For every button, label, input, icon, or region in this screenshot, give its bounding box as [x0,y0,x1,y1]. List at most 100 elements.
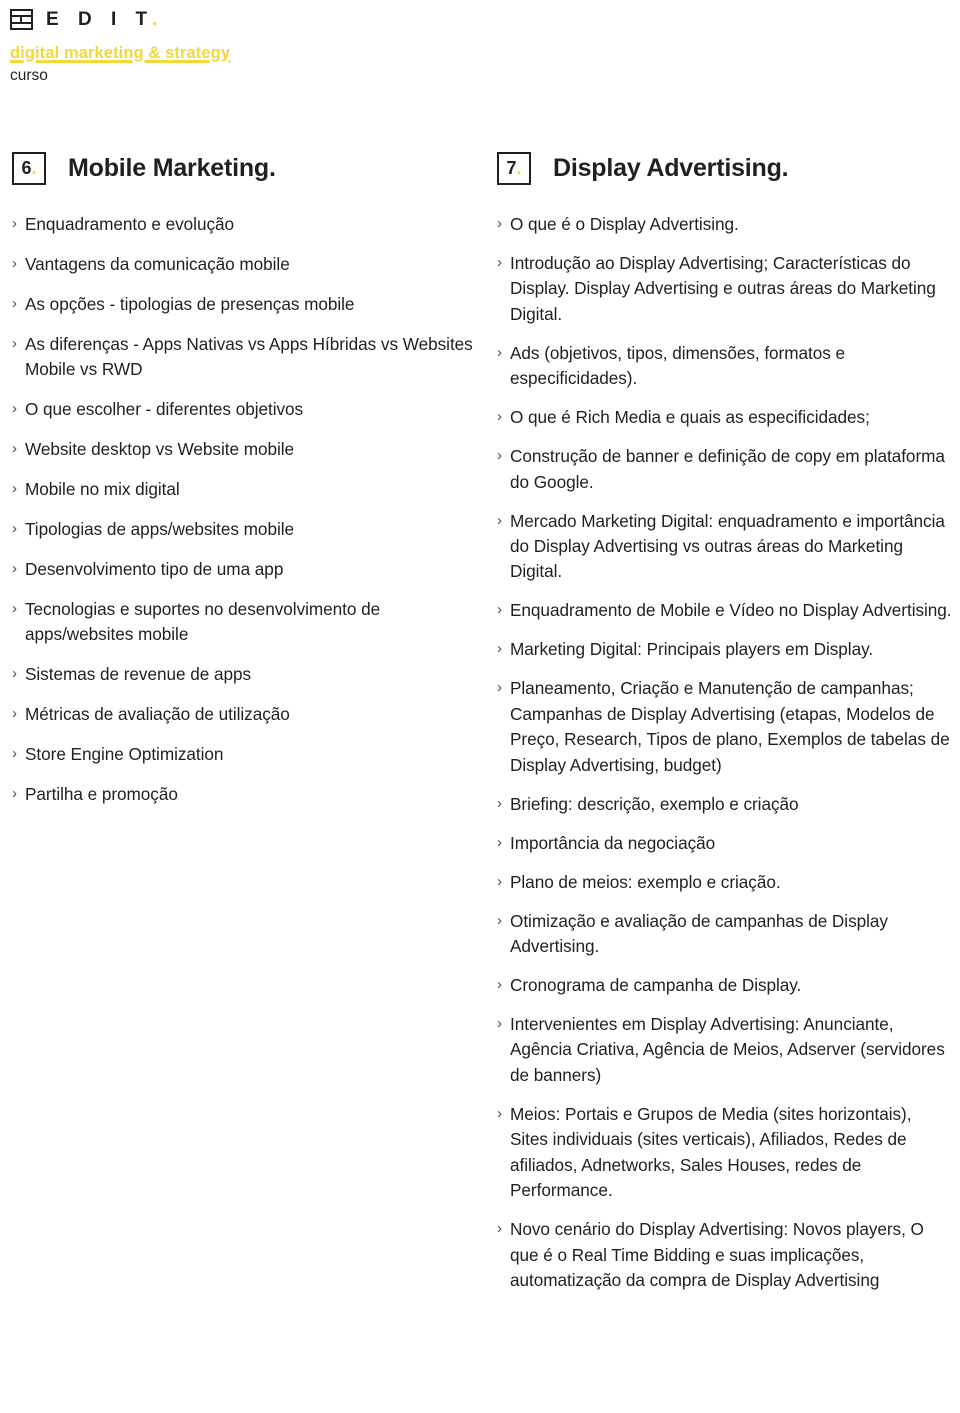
list-item: › Tecnologias e suportes no desenvolvimen… [12,597,474,648]
section-title-7: Display Advertising. [553,153,789,182]
chevron-right-icon: › [497,975,502,993]
sections-columns: 6. Mobile Marketing. › Enquadramento e ev… [0,150,960,1307]
list-item: › Ads (objetivos, tipos, dimensões, forma… [497,341,952,392]
chevron-right-icon: › [12,294,17,312]
list-item-label: As diferenças - Apps Nativas vs Apps Híb… [25,333,473,380]
chevron-right-icon: › [497,253,502,271]
logo-word-text: E D I T [46,8,153,30]
list-item: › Sistemas de revenue de apps [12,662,474,687]
list-item: › Métricas de avaliação de utilização [12,702,474,727]
list-item-label: Intervenientes em Display Advertising: A… [510,1013,945,1085]
list-item: › Otimização e avaliação de campanhas de … [497,909,952,960]
section-number-6: 6 [21,158,32,178]
list-item: › O que é Rich Media e quais as especific… [497,405,952,430]
list-item-label: Métricas de avaliação de utilização [25,704,290,725]
list-item-label: Store Engine Optimization [25,744,224,765]
chevron-right-icon: › [497,640,502,658]
list-item-label: Planeamento, Criação e Manutenção de cam… [510,678,950,775]
chevron-right-icon: › [497,872,502,890]
list-item: › Enquadramento e evolução [12,212,474,237]
list-item-label: O que é o Display Advertising. [510,214,739,234]
chevron-right-icon: › [497,679,502,697]
section-number-dot-7: . [516,158,522,178]
list-item-label: Otimização e avaliação de campanhas de D… [510,910,888,956]
list-item: › Novo cenário do Display Advertising: No… [497,1217,952,1293]
list-item-label: Meios: Portais e Grupos de Media (sites … [510,1103,912,1201]
list-item-label: Mercado Marketing Digital: enquadramento… [510,510,945,582]
list-item-label: Mobile no mix digital [25,479,180,500]
topic-list-6: › Enquadramento e evolução › Vantagens da … [12,212,474,808]
logo-wordmark: E D I T. [46,10,164,29]
chevron-right-icon: › [12,705,17,723]
chevron-right-icon: › [497,408,502,426]
list-item: › Plano de meios: exemplo e criação. [497,870,952,895]
list-item: › Vantagens da comunicação mobile [12,252,474,277]
list-item: › As diferenças - Apps Nativas vs Apps Hí… [12,332,474,383]
chevron-right-icon: › [12,334,17,352]
list-item-label: O que é Rich Media e quais as especifici… [510,407,870,428]
list-item-label: Briefing: descrição, exemplo e criação [510,793,799,814]
chevron-right-icon: › [497,833,502,851]
chevron-right-icon: › [497,215,502,232]
list-item: › Tipologias de apps/websites mobile [12,517,474,542]
logo-row: E D I T. [10,6,510,32]
list-item: › Briefing: descrição, exemplo e criação [497,792,952,817]
list-item-label: Marketing Digital: Principais players em… [510,639,874,660]
chevron-right-icon: › [12,600,17,618]
list-item: › Marketing Digital: Principais players e… [497,637,952,662]
list-item-label: As opções - tipologias de presenças mobi… [25,293,355,314]
chevron-right-icon: › [12,400,17,418]
list-item: › Website desktop vs Website mobile [12,437,474,462]
list-item-label: Website desktop vs Website mobile [25,439,295,460]
chevron-right-icon: › [497,911,502,929]
list-item: › Desenvolvimento tipo de uma app [12,557,474,582]
list-item-label: Construção de banner e definição de copy… [510,446,945,492]
chevron-right-icon: › [12,215,17,232]
list-item: › As opções - tipologias de presenças mob… [12,292,474,317]
list-item-label: Enquadramento de Mobile e Vídeo no Displ… [510,600,952,621]
list-item-label: Tecnologias e suportes no desenvolviment… [25,599,381,645]
course-kind-label: curso [10,66,48,84]
chevron-right-icon: › [497,601,502,619]
section-heading-7: 7. Display Advertising. [497,150,952,186]
edit-logo-icon [10,8,33,30]
section-number-7: 7 [506,158,517,178]
section-number-dot-6: . [31,158,37,178]
section-title-6: Mobile Marketing. [68,153,276,182]
list-item: › Mobile no mix digital [12,477,474,502]
list-item-label: Enquadramento e evolução [25,214,235,234]
chevron-right-icon: › [12,440,17,458]
list-item: › Importância da negociação [497,831,952,856]
list-item: › Enquadramento de Mobile e Vídeo no Disp… [497,598,952,623]
list-item-label: O que escolher - diferentes objetivos [25,399,304,420]
chevron-right-icon: › [497,343,502,361]
chevron-right-icon: › [12,745,17,763]
list-item-label: Desenvolvimento tipo de uma app [25,559,284,580]
chevron-right-icon: › [12,480,17,498]
list-item: › Construção de banner e definição de cop… [497,444,952,495]
logo-dot: . [152,8,165,30]
chevron-right-icon: › [12,560,17,578]
chevron-right-icon: › [497,1220,502,1238]
list-item-label: Tipologias de apps/websites mobile [25,519,294,540]
list-item: › O que é o Display Advertising. [497,212,952,237]
list-item-label: Ads (objetivos, tipos, dimensões, format… [510,342,846,389]
chevron-right-icon: › [12,785,17,803]
list-item-label: Vantagens da comunicação mobile [25,253,290,274]
list-item-label: Introdução ao Display Advertising; Carac… [510,252,936,324]
list-item: › Introdução ao Display Advertising; Cara… [497,251,952,327]
list-item-label: Importância da negociação [510,832,716,853]
list-item: › Meios: Portais e Grupos de Media (sites… [497,1102,952,1204]
list-item: › Mercado Marketing Digital: enquadrament… [497,509,952,585]
course-title: digital marketing & strategy [10,44,231,62]
section-heading-6: 6. Mobile Marketing. [12,150,474,186]
topic-list-7: › O que é o Display Advertising. › Introdu… [497,212,952,1293]
chevron-right-icon: › [497,1104,502,1122]
list-item-label: Cronograma de campanha de Display. [510,974,802,995]
chevron-right-icon: › [497,447,502,465]
brand-header: E D I T. digital marketing & strategy cu… [10,6,510,85]
list-item-label: Sistemas de revenue de apps [25,664,252,685]
section-number-box-7: 7. [497,151,531,185]
list-item: › Partilha e promoção [12,782,474,807]
list-item: › O que escolher - diferentes objetivos [12,397,474,422]
